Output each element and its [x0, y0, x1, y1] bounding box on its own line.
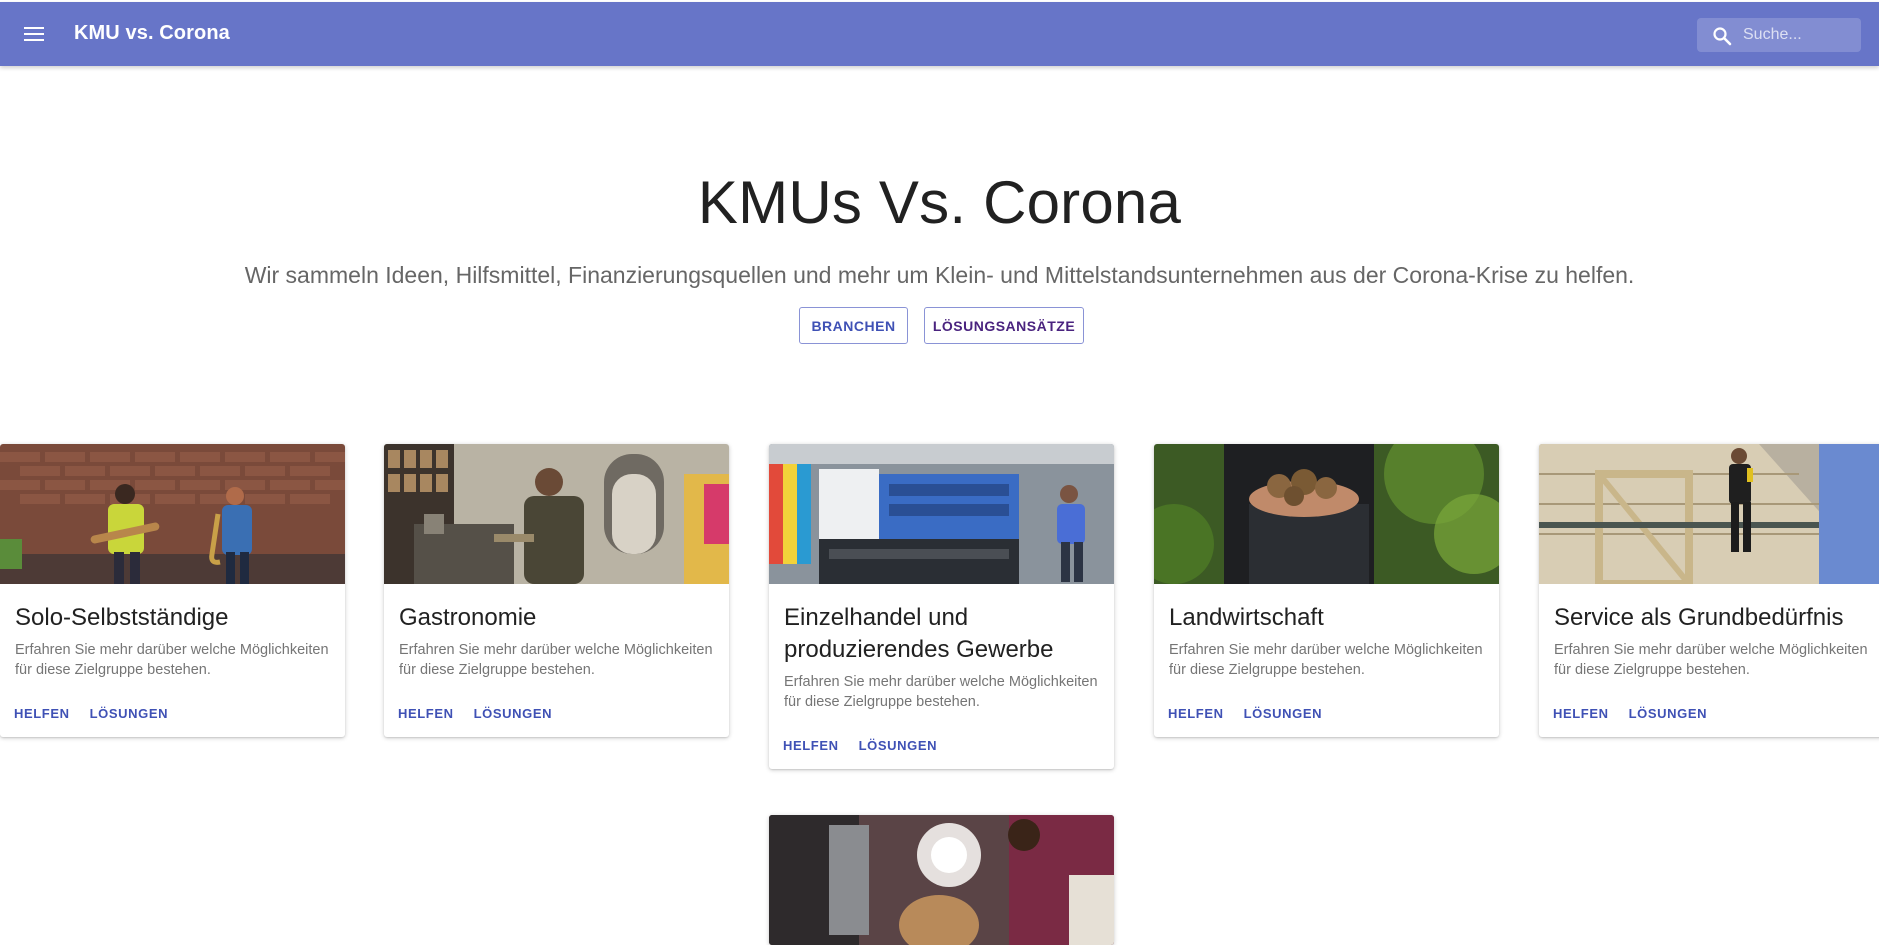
search-icon: [1713, 27, 1732, 46]
helfen-button[interactable]: HELFEN: [398, 706, 454, 721]
card-image-farmer: [1154, 444, 1499, 584]
card-title: Service als Grundbedürfnis: [1554, 604, 1844, 631]
card-image-musicians: [0, 444, 345, 584]
loesungsansaetze-button[interactable]: LÖSUNGSANSÄTZE: [924, 307, 1084, 344]
card-description: Erfahren Sie mehr darüber welche Möglich…: [1554, 642, 1868, 678]
loesungen-button[interactable]: LÖSUNGEN: [1629, 706, 1707, 721]
card-title: Solo-Selbstständige: [15, 604, 229, 631]
page-title: KMUs Vs. Corona: [697, 169, 1182, 236]
card-landwirtschaft: Landwirtschaft Erfahren Sie mehr darüber…: [1154, 444, 1499, 737]
menu-button[interactable]: [18, 18, 50, 50]
search-box[interactable]: [1697, 18, 1861, 52]
card-description: Erfahren Sie mehr darüber welche Möglich…: [15, 642, 329, 678]
loesungen-button[interactable]: LÖSUNGEN: [859, 738, 937, 753]
app-title[interactable]: KMU vs. Corona: [74, 22, 230, 45]
menu-icon: [24, 27, 44, 41]
card-title: Einzelhandel und produzierendes Gewerbe: [784, 604, 1054, 663]
card-einzelhandel: Einzelhandel und produzierendes Gewerbe …: [769, 444, 1114, 769]
card-image-barista: [384, 444, 729, 584]
loesungen-button[interactable]: LÖSUNGEN: [90, 706, 168, 721]
card-service: Service als Grundbedürfnis Erfahren Sie …: [1539, 444, 1879, 737]
app-bar: KMU vs. Corona: [0, 2, 1879, 66]
page-subtitle: Wir sammeln Ideen, Hilfsmittel, Finanzie…: [244, 262, 1635, 288]
card-gastronomie: Gastronomie Erfahren Sie mehr darüber we…: [384, 444, 729, 737]
search-input[interactable]: [1743, 18, 1855, 52]
helfen-button[interactable]: HELFEN: [783, 738, 839, 753]
card-friseur: [769, 815, 1114, 945]
card-image-hairdresser: [769, 815, 1114, 945]
card-title: Gastronomie: [399, 604, 537, 631]
card-title: Landwirtschaft: [1169, 604, 1324, 631]
loesungen-button[interactable]: LÖSUNGEN: [474, 706, 552, 721]
card-solo-selbststaendige: Solo-Selbstständige Erfahren Sie mehr da…: [0, 444, 345, 737]
helfen-button[interactable]: HELFEN: [1168, 706, 1224, 721]
card-image-carpenter: [1539, 444, 1879, 584]
card-description: Erfahren Sie mehr darüber welche Möglich…: [399, 642, 713, 678]
helfen-button[interactable]: HELFEN: [1553, 706, 1609, 721]
card-image-factory: [769, 444, 1114, 584]
branchen-button[interactable]: BRANCHEN: [799, 307, 908, 344]
helfen-button[interactable]: HELFEN: [14, 706, 70, 721]
card-description: Erfahren Sie mehr darüber welche Möglich…: [1169, 642, 1483, 678]
card-description: Erfahren Sie mehr darüber welche Möglich…: [784, 674, 1098, 710]
loesungen-button[interactable]: LÖSUNGEN: [1244, 706, 1322, 721]
